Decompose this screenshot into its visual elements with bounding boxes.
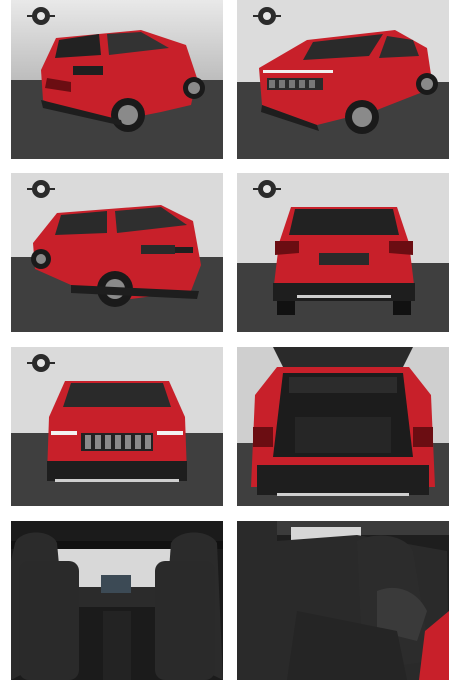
car-photo bbox=[11, 347, 223, 506]
photo-gallery bbox=[0, 0, 451, 680]
photo-thumbnail-rear-three-quarter-2[interactable] bbox=[11, 173, 223, 332]
photo-thumbnail-trunk[interactable] bbox=[237, 347, 449, 506]
car-photo bbox=[237, 521, 449, 680]
photo-thumbnail-front[interactable] bbox=[11, 347, 223, 506]
car-photo bbox=[11, 173, 223, 332]
photo-thumbnail-rear[interactable] bbox=[237, 173, 449, 332]
car-photo bbox=[237, 0, 449, 159]
car-photo bbox=[237, 347, 449, 506]
photo-thumbnail-front-three-quarter[interactable] bbox=[237, 0, 449, 159]
car-photo bbox=[11, 0, 223, 159]
car-photo bbox=[11, 521, 223, 680]
car-photo bbox=[237, 173, 449, 332]
photo-thumbnail-interior-front[interactable] bbox=[11, 521, 223, 680]
photo-thumbnail-rear-three-quarter[interactable] bbox=[11, 0, 223, 159]
photo-thumbnail-rear-seats[interactable] bbox=[237, 521, 449, 680]
